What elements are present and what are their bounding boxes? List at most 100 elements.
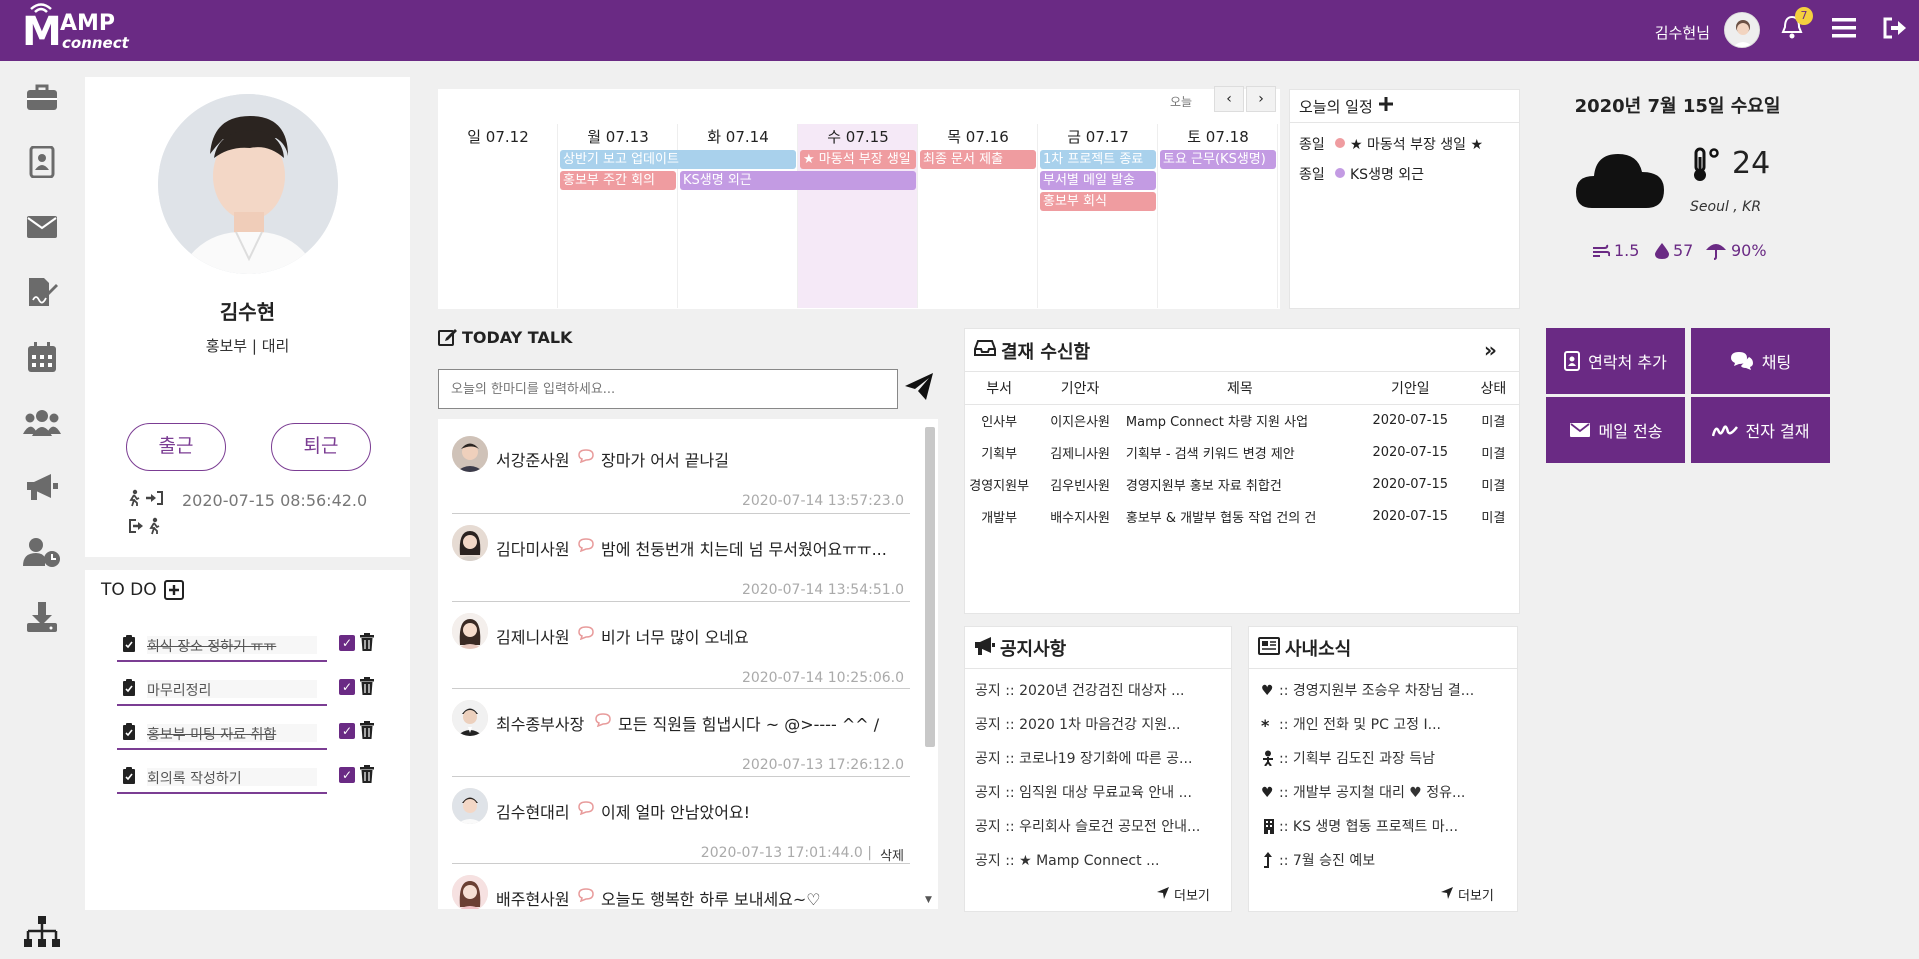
talk-scrollbar[interactable] [925,427,935,747]
notice-item[interactable]: 공지 :: 2020년 건강검진 대상자 ... [975,680,1184,700]
clipboard-check-icon [123,635,135,652]
trash-icon[interactable] [359,677,375,699]
menu-icon[interactable] [1832,17,1856,43]
todo-text: 홍보부 미팅 자료 취합 [147,724,317,743]
send-mail-label: 메일 전송 [1598,422,1663,441]
app-logo[interactable]: M AMP connect [22,2,134,56]
trash-icon[interactable] [359,765,375,787]
table-row[interactable]: 개발부 배수지사원 홍보부 & 개발부 협동 작업 건의 건 2020-07-1… [964,500,1520,532]
todo-item: 회식 장소 정하기 ㅠㅠ [117,632,327,662]
checkout-button[interactable]: 퇴근 [271,423,371,471]
clipboard-check-icon [123,767,135,784]
news-item[interactable]: :: KS 생명 협동 프로젝트 마... [1279,816,1458,836]
trash-icon[interactable] [359,633,375,655]
calendar-event[interactable]: 홍보부 회식 [1040,192,1156,211]
cell-drafter: 이지은사원 [1050,414,1110,430]
briefcase-icon[interactable] [22,77,62,117]
table-row[interactable]: 인사부 이지은사원 Mamp Connect 차량 지원 사업 2020-07-… [964,404,1520,436]
send-icon[interactable] [904,372,934,406]
add-contact-button[interactable]: 연락처 추가 [1546,328,1685,394]
news-item[interactable]: :: 개발부 공지철 대리 ♥ 정유... [1279,782,1465,802]
talk-avatar [452,525,488,561]
user-clock-icon[interactable] [22,532,62,572]
user-greeting: 김수현님 [1654,24,1710,42]
speech-bubble-icon [578,449,594,463]
users-icon[interactable] [22,402,62,442]
cell-drafter: 김제니사원 [1050,446,1110,462]
megaphone-icon[interactable] [22,467,62,507]
calendar-event[interactable]: ★ 마동석 부장 생일 [800,150,916,169]
talk-message: 오늘도 행복한 하루 보내세요~♡ [601,890,821,909]
schedule-dot [1335,138,1345,148]
table-row[interactable]: 기획부 김제니사원 기획부 - 검색 키워드 변경 제안 2020-07-15 … [964,436,1520,468]
notice-item[interactable]: 공지 :: ★ Mamp Connect ... [975,850,1159,870]
clipboard-check-icon [123,679,135,696]
double-chevron-icon[interactable]: » [1484,338,1497,362]
talk-time: 2020-07-14 10:25:06.0 [741,670,904,686]
talk-avatar [452,613,488,649]
notice-item[interactable]: 공지 :: 우리회사 슬로건 공모전 안내... [975,816,1200,836]
address-book-icon[interactable] [22,142,62,182]
speech-bubble-icon [578,538,594,552]
calendar-event[interactable]: KS생명 외근 [680,171,916,190]
cell-title[interactable]: 경영지원부 홍보 자료 취합건 [1126,468,1354,500]
notice-item[interactable]: 공지 :: 코로나19 장기화에 따른 공... [975,748,1192,768]
scroll-down-icon[interactable]: ▼ [925,895,932,905]
trash-icon[interactable] [359,721,375,743]
prev-week-button[interactable]: ‹ [1214,86,1244,112]
todo-checkbox[interactable]: ✓ [339,767,355,783]
chat-icon [1730,352,1753,370]
wind-icon [1592,243,1611,263]
next-week-button[interactable]: › [1246,86,1276,112]
top-navbar [0,0,1919,61]
divider [964,668,1232,669]
news-item[interactable]: :: 개인 전화 및 PC 고정 I... [1279,714,1441,734]
calendar-icon[interactable] [22,337,62,377]
schedule-text[interactable]: KS생명 외근 [1350,164,1424,184]
todo-checkbox[interactable]: ✓ [339,723,355,739]
send-mail-button[interactable]: 메일 전송 [1546,397,1685,463]
news-more-link[interactable]: 더보기 [1458,885,1494,904]
calendar-event[interactable]: 부서별 메일 발송 [1040,171,1156,190]
logo-m: M [22,9,62,55]
calendar-event[interactable]: 최종 문서 제출 [920,150,1036,169]
talk-input[interactable] [438,369,898,409]
calendar-event[interactable]: 홍보부 주간 회의 [560,171,676,190]
table-row[interactable]: 경영지원부 김우빈사원 경영지원부 홍보 자료 취합건 2020-07-15 미… [964,468,1520,500]
todo-text: 회식 장소 정하기 ㅠㅠ [147,636,317,655]
news-item[interactable]: :: 7월 승진 예보 [1279,850,1375,870]
add-todo-icon[interactable] [164,580,184,604]
notice-more-link[interactable]: 더보기 [1174,885,1210,904]
user-avatar[interactable] [1724,12,1760,48]
notice-item[interactable]: 공지 :: 2020 1차 마음건강 지원... [975,714,1181,734]
today-button[interactable]: 오늘 [1170,93,1192,110]
cell-status: 미결 [1481,446,1506,462]
talk-delete-button[interactable]: 삭제 [880,845,904,864]
news-item[interactable]: :: 경영지원부 조승우 차장님 결... [1279,680,1474,700]
signature-doc-icon[interactable] [22,272,62,312]
news-item[interactable]: :: 기획부 김도진 과장 득남 [1279,748,1435,768]
logout-icon[interactable] [1882,16,1908,44]
org-chart-icon[interactable] [22,912,62,952]
notice-item[interactable]: 공지 :: 임직원 대상 무료교육 안내 ... [975,782,1192,802]
e-approval-button[interactable]: 전자 결재 [1691,397,1830,463]
calendar-event[interactable]: 토요 근무(KS생명) [1160,150,1276,169]
checkin-button[interactable]: 출근 [126,423,226,471]
cell-drafter: 배수지사원 [1050,510,1110,526]
calendar-event[interactable]: 1차 프로젝트 종료 [1040,150,1156,169]
cell-title[interactable]: 홍보부 & 개발부 협동 작업 건의 건 [1126,500,1354,532]
calendar-event[interactable]: 상반기 보고 업데이트 [560,150,796,169]
talk-item: 최수종부사장 모든 직원들 힘냅시다 ~ @>---- ^^ / 2020-07… [452,689,910,777]
todo-checkbox[interactable]: ✓ [339,635,355,651]
talk-message: 장마가 어서 끝나길 [601,451,729,470]
add-schedule-icon[interactable] [1378,96,1394,116]
calendar-day-column[interactable] [438,124,558,308]
cell-title[interactable]: Mamp Connect 차량 지원 사업 [1126,404,1354,436]
mail-icon[interactable] [22,207,62,247]
download-icon[interactable] [22,597,62,637]
cell-title[interactable]: 기획부 - 검색 키워드 변경 제안 [1126,436,1354,468]
schedule-text[interactable]: ★ 마동석 부장 생일 ★ [1350,134,1483,154]
todo-checkbox[interactable]: ✓ [339,679,355,695]
chat-button[interactable]: 채팅 [1691,328,1830,394]
baby-icon [1262,750,1274,770]
